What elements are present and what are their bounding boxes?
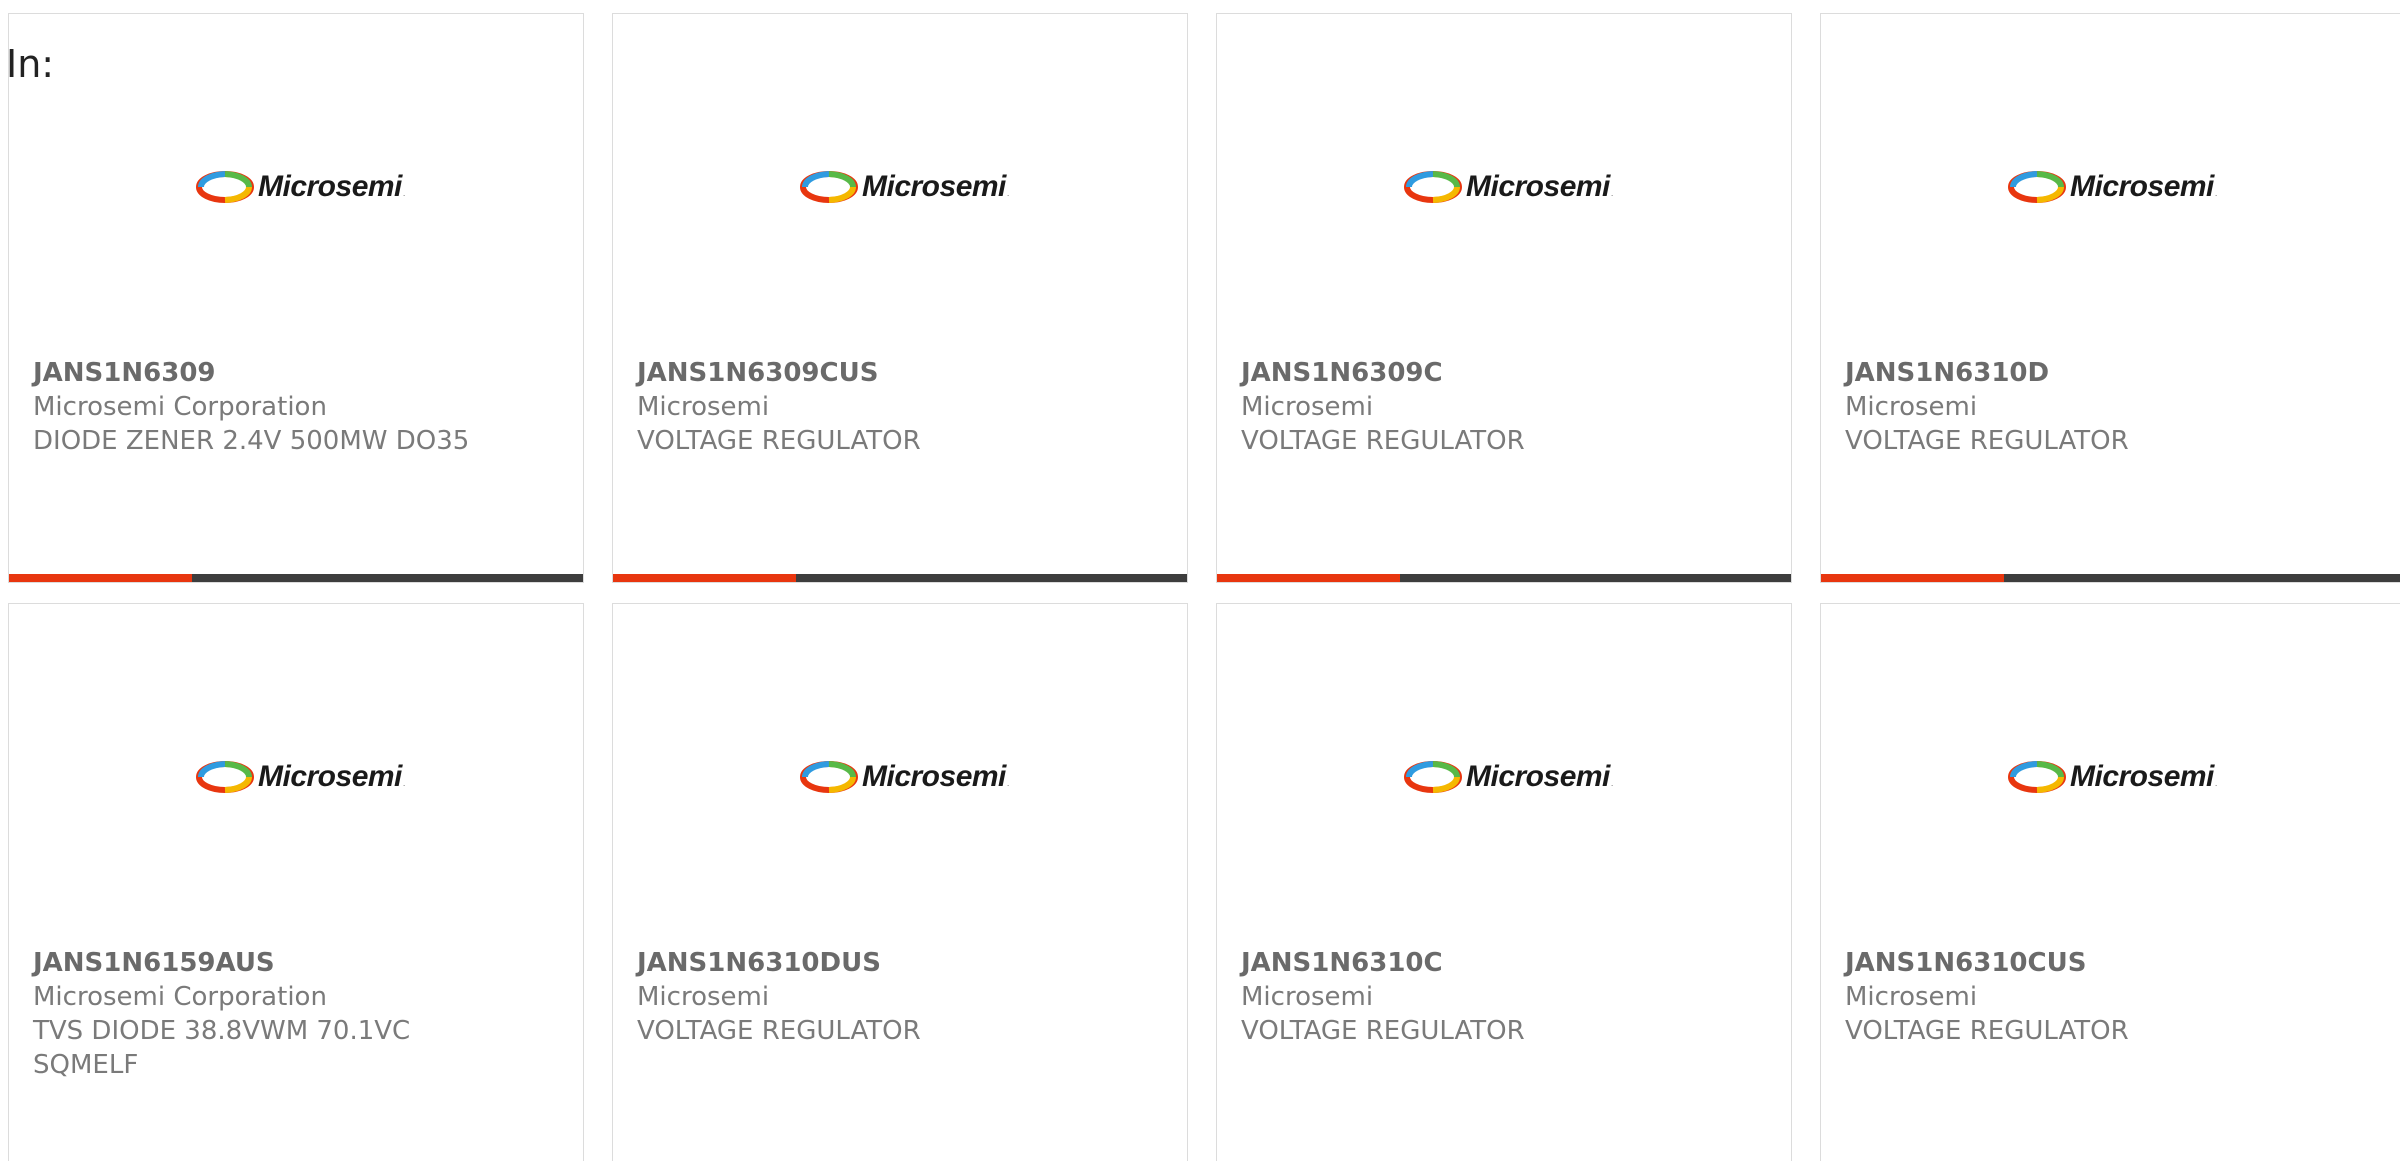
card-info: JANS1N6310C Microsemi VOLTAGE REGULATOR	[1241, 946, 1767, 1048]
product-card[interactable]: Microsemi . JANS1N6309C Microsemi VOLTAG…	[1216, 13, 1792, 583]
description: VOLTAGE REGULATOR	[1241, 426, 1525, 456]
logo-mark: .	[1610, 778, 1614, 788]
logo-mark: .	[2214, 188, 2218, 198]
microsemi-logo-icon	[196, 171, 254, 203]
card-footer-accent	[1217, 574, 1400, 582]
logo-mark: .	[402, 778, 406, 788]
logo-mark: .	[1610, 188, 1614, 198]
description: DIODE ZENER 2.4V 500MW DO35	[33, 426, 470, 456]
part-number[interactable]: JANS1N6310DUS	[637, 946, 1163, 980]
manufacturer: Microsemi Corporation	[33, 392, 327, 422]
logo-text: Microsemi	[258, 760, 402, 793]
manufacturer-logo: Microsemi .	[800, 166, 1020, 208]
manufacturer: Microsemi Corporation	[33, 982, 327, 1012]
manufacturer-logo: Microsemi .	[1404, 756, 1624, 798]
product-card[interactable]: Microsemi . JANS1N6310D Microsemi VOLTAG…	[1820, 13, 2400, 583]
card-info: JANS1N6159AUS Microsemi Corporation TVS …	[33, 946, 559, 1082]
microsemi-logo-icon	[2008, 171, 2066, 203]
part-number[interactable]: JANS1N6310C	[1241, 946, 1767, 980]
in-label: In:	[6, 42, 55, 86]
logo-mark: .	[1006, 778, 1010, 788]
manufacturer-logo: Microsemi .	[800, 756, 1020, 798]
product-grid: Microsemi . JANS1N6309 Microsemi Corpora…	[0, 0, 2400, 1161]
manufacturer: Microsemi	[1845, 392, 1978, 422]
description: VOLTAGE REGULATOR	[637, 426, 921, 456]
part-number[interactable]: JANS1N6310CUS	[1845, 946, 2386, 980]
logo-text: Microsemi	[1466, 170, 1610, 203]
card-info: JANS1N6309 Microsemi Corporation DIODE Z…	[33, 356, 559, 458]
product-card[interactable]: Microsemi . JANS1N6310CUS Microsemi VOLT…	[1820, 603, 2400, 1161]
logo-text: Microsemi	[862, 760, 1006, 793]
card-info: JANS1N6310DUS Microsemi VOLTAGE REGULATO…	[637, 946, 1163, 1048]
manufacturer: Microsemi	[637, 982, 770, 1012]
microsemi-logo-icon	[1404, 171, 1462, 203]
logo-mark: .	[402, 188, 406, 198]
part-number[interactable]: JANS1N6309	[33, 356, 559, 390]
manufacturer: Microsemi	[1241, 392, 1374, 422]
logo-text: Microsemi	[1466, 760, 1610, 793]
description-line-2: SQMELF	[33, 1050, 139, 1080]
description: VOLTAGE REGULATOR	[1845, 1016, 2129, 1046]
card-info: JANS1N6310CUS Microsemi VOLTAGE REGULATO…	[1845, 946, 2386, 1048]
manufacturer: Microsemi	[1845, 982, 1978, 1012]
card-footer-bar	[1821, 574, 2400, 582]
card-footer-accent	[613, 574, 796, 582]
microsemi-logo-icon	[196, 761, 254, 793]
product-card[interactable]: Microsemi . JANS1N6309 Microsemi Corpora…	[8, 13, 584, 583]
logo-mark: .	[1006, 188, 1010, 198]
part-number[interactable]: JANS1N6309CUS	[637, 356, 1163, 390]
logo-text: Microsemi	[2070, 170, 2214, 203]
microsemi-logo-icon	[800, 761, 858, 793]
product-card[interactable]: Microsemi . JANS1N6310C Microsemi VOLTAG…	[1216, 603, 1792, 1161]
product-card[interactable]: Microsemi . JANS1N6159AUS Microsemi Corp…	[8, 603, 584, 1161]
manufacturer: Microsemi	[1241, 982, 1374, 1012]
logo-mark: .	[2214, 778, 2218, 788]
part-number[interactable]: JANS1N6159AUS	[33, 946, 559, 980]
logo-text: Microsemi	[2070, 760, 2214, 793]
logo-text: Microsemi	[258, 170, 402, 203]
microsemi-logo-icon	[2008, 761, 2066, 793]
card-footer-accent	[1821, 574, 2004, 582]
microsemi-logo-icon	[800, 171, 858, 203]
card-info: JANS1N6309CUS Microsemi VOLTAGE REGULATO…	[637, 356, 1163, 458]
logo-text: Microsemi	[862, 170, 1006, 203]
card-info: JANS1N6309C Microsemi VOLTAGE REGULATOR	[1241, 356, 1767, 458]
card-footer-bar	[613, 574, 1187, 582]
microsemi-logo-icon	[1404, 761, 1462, 793]
description: TVS DIODE 38.8VWM 70.1VC	[33, 1016, 411, 1046]
manufacturer-logo: Microsemi .	[2008, 166, 2228, 208]
card-footer-bar	[1217, 574, 1791, 582]
description: VOLTAGE REGULATOR	[1845, 426, 2129, 456]
part-number[interactable]: JANS1N6309C	[1241, 356, 1767, 390]
card-info: JANS1N6310D Microsemi VOLTAGE REGULATOR	[1845, 356, 2386, 458]
card-footer-accent	[9, 574, 192, 582]
manufacturer-logo: Microsemi .	[2008, 756, 2228, 798]
manufacturer-logo: Microsemi .	[196, 166, 416, 208]
card-footer-bar	[9, 574, 583, 582]
description: VOLTAGE REGULATOR	[637, 1016, 921, 1046]
page: In: Microsemi . JANS1N6309 Microsemi Cor…	[0, 0, 2400, 1161]
description: VOLTAGE REGULATOR	[1241, 1016, 1525, 1046]
manufacturer: Microsemi	[637, 392, 770, 422]
product-card[interactable]: Microsemi . JANS1N6309CUS Microsemi VOLT…	[612, 13, 1188, 583]
manufacturer-logo: Microsemi .	[196, 756, 416, 798]
part-number[interactable]: JANS1N6310D	[1845, 356, 2386, 390]
product-card[interactable]: Microsemi . JANS1N6310DUS Microsemi VOLT…	[612, 603, 1188, 1161]
manufacturer-logo: Microsemi .	[1404, 166, 1624, 208]
